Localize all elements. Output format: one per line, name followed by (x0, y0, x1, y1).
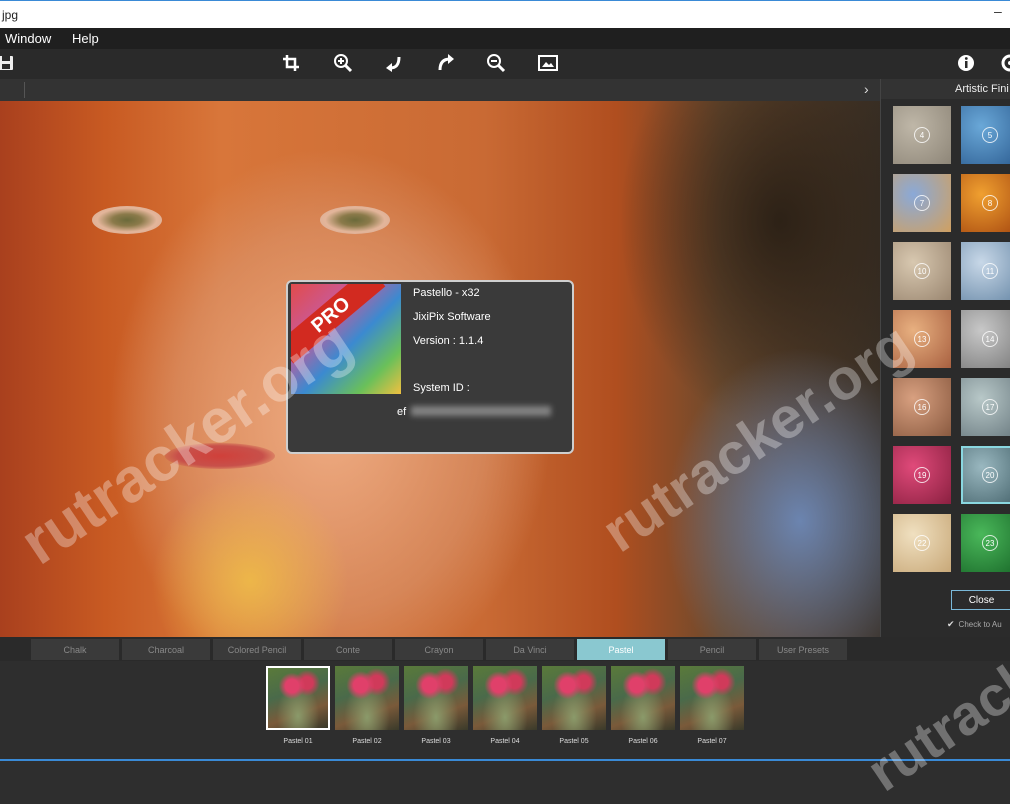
preset-thumbnail[interactable] (404, 666, 468, 730)
finish-thumbnail[interactable]: 4 (893, 106, 951, 164)
thumbnail-number: 19 (914, 467, 930, 483)
preset-thumbnail[interactable] (680, 666, 744, 730)
image-region (92, 206, 162, 234)
preset-thumbnail[interactable] (611, 666, 675, 730)
finish-thumbnail[interactable]: 17 (961, 378, 1010, 436)
chevron-right-icon[interactable]: › (864, 81, 869, 97)
thumbnail-number: 17 (982, 399, 998, 415)
preset-thumbnail[interactable] (266, 666, 330, 730)
tab-pastel[interactable]: Pastel (577, 639, 666, 660)
version-label: Version : 1.1.4 (413, 335, 484, 347)
preset-label: Pastel 04 (490, 738, 520, 745)
checkbox-icon[interactable]: ✔ (947, 619, 955, 630)
divider (24, 82, 25, 98)
finish-thumbnail[interactable]: 11 (961, 242, 1010, 300)
auto-check-row[interactable]: ✔ Check to Au (947, 619, 1002, 630)
minimize-button[interactable]: – (994, 3, 1002, 19)
zoom-in-icon[interactable] (329, 49, 357, 77)
thumbnail-number: 13 (914, 331, 930, 347)
fit-image-icon[interactable] (534, 49, 562, 77)
finish-thumbnail[interactable]: 16 (893, 378, 951, 436)
system-id-prefix: ef (397, 406, 407, 418)
rotate-right-icon[interactable] (432, 49, 460, 77)
thumbnail-number: 23 (982, 535, 998, 551)
title-bar: jpg – (0, 0, 1010, 28)
menu-help[interactable]: Help (72, 31, 99, 46)
tab-charcoal[interactable]: Charcoal (122, 639, 211, 660)
settings-icon[interactable] (996, 49, 1010, 77)
close-button[interactable]: Close (951, 590, 1010, 610)
thumbnail-number: 4 (914, 127, 930, 143)
tab-user-presets[interactable]: User Presets (759, 639, 848, 660)
menu-window[interactable]: Window (5, 31, 51, 46)
finish-thumbnail[interactable]: 5 (961, 106, 1010, 164)
finish-thumbnail[interactable]: 20 (961, 446, 1010, 504)
thumbnail-number: 16 (914, 399, 930, 415)
preset-label: Pastel 06 (628, 738, 658, 745)
tab-chalk[interactable]: Chalk (31, 639, 120, 660)
preset-thumbnail[interactable] (473, 666, 537, 730)
thumbnail-number: 7 (914, 195, 930, 211)
finish-thumbnail[interactable]: 8 (961, 174, 1010, 232)
window-title: jpg (2, 8, 19, 22)
preset-label: Pastel 03 (421, 738, 451, 745)
tab-conte[interactable]: Conte (304, 639, 393, 660)
preset-thumbnail[interactable] (542, 666, 606, 730)
company-name: JixiPix Software (413, 311, 491, 323)
panel-title: Artistic Fini (955, 83, 1009, 95)
finish-thumbnail[interactable]: 23 (961, 514, 1010, 572)
system-id-blurred (411, 406, 551, 416)
tab-pencil[interactable]: Pencil (668, 639, 757, 660)
tab-crayon[interactable]: Crayon (395, 639, 484, 660)
check-label: Check to Au (958, 620, 1002, 629)
canvas-header-bar: › (0, 79, 880, 101)
preset-label: Pastel 07 (697, 738, 727, 745)
panel-header: Artistic Fini (881, 79, 1010, 99)
zoom-out-icon[interactable] (482, 49, 510, 77)
preset-thumbnail[interactable] (335, 666, 399, 730)
thumbnail-number: 5 (982, 127, 998, 143)
rotate-left-icon[interactable] (380, 49, 408, 77)
thumbnail-number: 22 (914, 535, 930, 551)
finish-thumbnail[interactable]: 14 (961, 310, 1010, 368)
thumbnail-number: 20 (982, 467, 998, 483)
menu-bar: Window Help (0, 28, 1010, 49)
thumbnail-number: 8 (982, 195, 998, 211)
style-tabs: Chalk Charcoal Colored Pencil Conte Crayon Da… (0, 637, 1010, 661)
thumbnail-number: 14 (982, 331, 998, 347)
preset-label: Pastel 05 (559, 738, 589, 745)
crop-icon[interactable] (277, 49, 305, 77)
system-id-label: System ID : (413, 382, 470, 394)
preset-label: Pastel 01 (283, 738, 313, 745)
finish-thumbnail[interactable]: 22 (893, 514, 951, 572)
thumbnail-number: 10 (914, 263, 930, 279)
finish-thumbnail[interactable]: 10 (893, 242, 951, 300)
finish-thumbnail[interactable]: 19 (893, 446, 951, 504)
thumbnail-number: 11 (982, 263, 998, 279)
finish-thumbnail[interactable]: 7 (893, 174, 951, 232)
toolbar (0, 49, 1010, 79)
image-region (320, 206, 390, 234)
tab-colored-pencil[interactable]: Colored Pencil (213, 639, 302, 660)
save-icon[interactable] (0, 49, 20, 77)
product-name: Pastello - x32 (413, 287, 480, 299)
info-icon[interactable] (952, 49, 980, 77)
preset-label: Pastel 02 (352, 738, 382, 745)
tab-da-vinci[interactable]: Da Vinci (486, 639, 575, 660)
finish-thumbnails: 4 5 7 8 10 11 13 14 16 17 19 20 22 23 (893, 106, 1010, 576)
